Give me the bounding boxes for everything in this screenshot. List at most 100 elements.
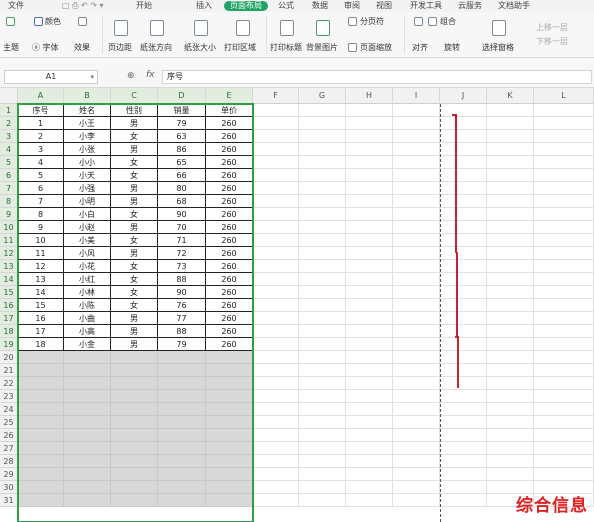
- empty-cell[interactable]: [534, 130, 594, 143]
- table-header-cell[interactable]: 单价: [206, 104, 253, 117]
- table-cell[interactable]: 260: [206, 130, 253, 143]
- table-cell[interactable]: 17: [18, 325, 64, 338]
- empty-cell[interactable]: [440, 468, 487, 481]
- table-cell[interactable]: 16: [18, 312, 64, 325]
- empty-cell[interactable]: [534, 299, 594, 312]
- empty-cell[interactable]: [253, 390, 299, 403]
- empty-cell[interactable]: [299, 377, 346, 390]
- empty-cell[interactable]: [158, 429, 206, 442]
- empty-cell[interactable]: [393, 468, 440, 481]
- row-header[interactable]: 31: [0, 494, 18, 507]
- empty-cell[interactable]: [253, 325, 299, 338]
- margins-button[interactable]: 页边距: [108, 42, 132, 53]
- empty-cell[interactable]: [393, 247, 440, 260]
- tab-developer[interactable]: 开发工具: [404, 0, 448, 12]
- empty-cell[interactable]: [158, 416, 206, 429]
- empty-cell[interactable]: [346, 117, 393, 130]
- empty-cell[interactable]: [111, 416, 158, 429]
- empty-cell[interactable]: [346, 195, 393, 208]
- empty-cell[interactable]: [253, 117, 299, 130]
- table-cell[interactable]: 小天: [64, 169, 111, 182]
- row-header[interactable]: 19: [0, 338, 18, 351]
- table-cell[interactable]: 小金: [64, 338, 111, 351]
- empty-cell[interactable]: [299, 260, 346, 273]
- table-cell[interactable]: 88: [158, 273, 206, 286]
- empty-cell[interactable]: [253, 377, 299, 390]
- table-cell[interactable]: 90: [158, 208, 206, 221]
- empty-cell[interactable]: [393, 104, 440, 117]
- empty-cell[interactable]: [299, 234, 346, 247]
- empty-cell[interactable]: [487, 169, 534, 182]
- empty-cell[interactable]: [253, 247, 299, 260]
- empty-cell[interactable]: [534, 117, 594, 130]
- empty-cell[interactable]: [393, 234, 440, 247]
- empty-cell[interactable]: [253, 455, 299, 468]
- table-cell[interactable]: 4: [18, 156, 64, 169]
- empty-cell[interactable]: [346, 208, 393, 221]
- table-cell[interactable]: 65: [158, 156, 206, 169]
- empty-cell[interactable]: [111, 351, 158, 364]
- empty-cell[interactable]: [299, 325, 346, 338]
- empty-cell[interactable]: [111, 494, 158, 507]
- empty-cell[interactable]: [487, 468, 534, 481]
- empty-cell[interactable]: [253, 195, 299, 208]
- empty-cell[interactable]: [299, 156, 346, 169]
- empty-cell[interactable]: [346, 169, 393, 182]
- table-cell[interactable]: 260: [206, 208, 253, 221]
- empty-cell[interactable]: [440, 247, 487, 260]
- empty-cell[interactable]: [440, 455, 487, 468]
- empty-cell[interactable]: [440, 377, 487, 390]
- empty-cell[interactable]: [393, 351, 440, 364]
- table-cell[interactable]: 260: [206, 169, 253, 182]
- empty-cell[interactable]: [299, 442, 346, 455]
- column-header-e[interactable]: E: [206, 88, 253, 104]
- table-cell[interactable]: 79: [158, 117, 206, 130]
- empty-cell[interactable]: [487, 195, 534, 208]
- table-cell[interactable]: 小红: [64, 273, 111, 286]
- empty-cell[interactable]: [487, 234, 534, 247]
- table-cell[interactable]: 14: [18, 286, 64, 299]
- empty-cell[interactable]: [299, 143, 346, 156]
- table-cell[interactable]: 9: [18, 221, 64, 234]
- empty-cell[interactable]: [346, 156, 393, 169]
- table-cell[interactable]: 6: [18, 182, 64, 195]
- empty-cell[interactable]: [487, 364, 534, 377]
- empty-cell[interactable]: [534, 143, 594, 156]
- tab-insert[interactable]: 插入: [190, 0, 218, 12]
- empty-cell[interactable]: [346, 455, 393, 468]
- table-cell[interactable]: 男: [111, 312, 158, 325]
- empty-cell[interactable]: [346, 234, 393, 247]
- empty-cell[interactable]: [346, 429, 393, 442]
- empty-cell[interactable]: [534, 195, 594, 208]
- tab-doc-assistant[interactable]: 文档助手: [492, 0, 536, 12]
- empty-cell[interactable]: [253, 442, 299, 455]
- empty-cell[interactable]: [534, 208, 594, 221]
- empty-cell[interactable]: [299, 130, 346, 143]
- table-cell[interactable]: 小风: [64, 247, 111, 260]
- bring-forward-button[interactable]: 上移一层: [536, 22, 568, 33]
- empty-cell[interactable]: [299, 390, 346, 403]
- print-titles-button[interactable]: 打印标题: [270, 42, 302, 53]
- empty-cell[interactable]: [346, 442, 393, 455]
- empty-cell[interactable]: [206, 351, 253, 364]
- table-cell[interactable]: 86: [158, 143, 206, 156]
- empty-cell[interactable]: [111, 390, 158, 403]
- spreadsheet-grid[interactable]: A B C D E F G H I J K L 1 序号 姓名 性别 销量 单价 2 1 小王男 79 260 3 2 小李女 63…: [0, 88, 594, 522]
- empty-cell[interactable]: [158, 455, 206, 468]
- empty-cell[interactable]: [440, 403, 487, 416]
- empty-cell[interactable]: [346, 312, 393, 325]
- empty-cell[interactable]: [18, 442, 64, 455]
- empty-cell[interactable]: [393, 195, 440, 208]
- empty-cell[interactable]: [393, 130, 440, 143]
- table-cell[interactable]: 73: [158, 260, 206, 273]
- empty-cell[interactable]: [158, 403, 206, 416]
- table-cell[interactable]: 12: [18, 260, 64, 273]
- row-header[interactable]: 1: [0, 104, 18, 117]
- row-header[interactable]: 26: [0, 429, 18, 442]
- row-header[interactable]: 5: [0, 156, 18, 169]
- zoom-icon[interactable]: ⊕: [127, 71, 135, 81]
- empty-cell[interactable]: [534, 260, 594, 273]
- table-cell[interactable]: 260: [206, 299, 253, 312]
- empty-cell[interactable]: [346, 221, 393, 234]
- empty-cell[interactable]: [346, 299, 393, 312]
